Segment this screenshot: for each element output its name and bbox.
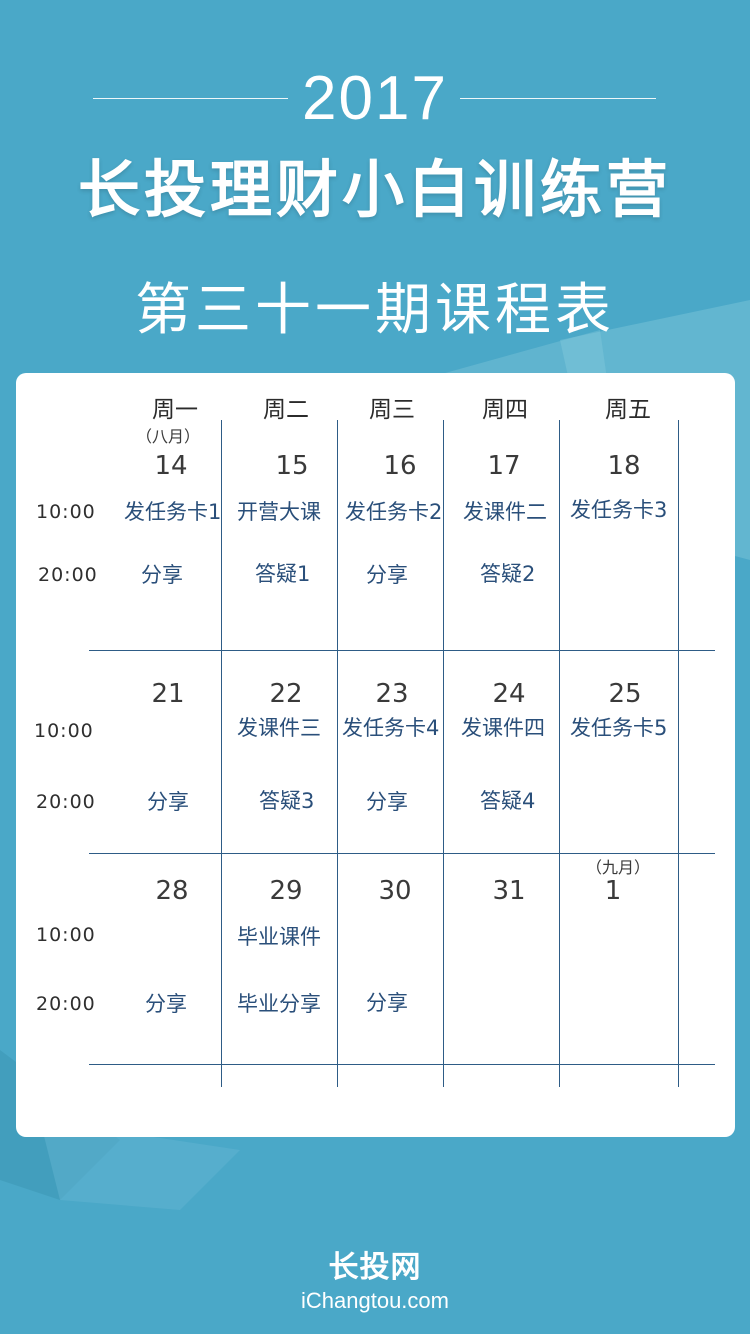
date-cell: 15 [275,451,309,481]
date-cell: 31 [492,876,526,906]
grid-line-vertical [443,420,444,1087]
event-morning: 发课件三 [237,716,321,740]
weekday-thu: 周四 [482,397,528,423]
date-cell: 21 [151,679,185,709]
event-morning: 发课件二 [463,500,547,524]
month-label-august: （八月） [136,427,201,446]
grid-line-vertical [337,420,338,1087]
event-evening: 分享 [147,790,189,814]
date-cell: 1 [604,876,622,906]
time-morning: 10:00 [36,924,96,946]
event-evening: 分享 [366,563,408,587]
grid-line-vertical [559,420,560,1087]
event-evening: 分享 [145,992,187,1016]
event-morning: 发任务卡3 [570,498,668,522]
grid-line-horizontal [89,1064,715,1065]
footer-logo: 长投网 [328,1250,422,1285]
weekday-tue: 周二 [263,397,309,423]
date-cell: 18 [607,451,641,481]
event-evening: 答疑2 [480,562,536,586]
page-subtitle: 第三十一期课程表 [135,278,615,343]
date-cell: 25 [608,679,642,709]
grid-line-horizontal [89,853,715,854]
event-morning: 毕业课件 [237,925,321,949]
grid-line-horizontal [89,650,715,651]
date-cell: 29 [269,876,303,906]
schedule-card: 周一 周二 周三 周四 周五 （八月） （九月） 14 15 16 17 18 … [16,373,735,1137]
date-cell: 22 [269,679,303,709]
date-cell: 23 [375,679,409,709]
event-morning: 发任务卡2 [345,500,443,524]
time-evening: 20:00 [38,564,98,586]
time-morning: 10:00 [36,501,96,523]
event-evening: 分享 [141,563,183,587]
weekday-fri: 周五 [605,397,651,423]
page-title: 长投理财小白训练营 [77,153,672,226]
weekday-mon: 周一 [152,397,198,423]
event-morning: 发课件四 [461,716,545,740]
time-morning: 10:00 [34,720,94,742]
grid-line-vertical [678,420,679,1087]
event-morning: 发任务卡4 [342,716,440,740]
event-evening: 分享 [366,790,408,814]
event-evening: 答疑4 [480,789,536,813]
date-cell: 14 [154,451,188,481]
event-evening: 答疑3 [259,789,315,813]
event-evening: 分享 [366,991,408,1015]
date-cell: 16 [383,451,417,481]
time-evening: 20:00 [36,791,96,813]
date-cell: 28 [155,876,189,906]
event-morning: 开营大课 [237,500,321,524]
time-evening: 20:00 [36,993,96,1015]
event-evening: 毕业分享 [237,992,321,1016]
date-cell: 30 [378,876,412,906]
weekday-wed: 周三 [369,397,415,423]
month-label-september: （九月） [586,858,651,877]
event-morning: 发任务卡1 [124,500,222,524]
header-year: 2017 [302,64,448,133]
date-cell: 24 [492,679,526,709]
footer-url: iChangtou.com [301,1288,449,1313]
event-evening: 答疑1 [255,562,311,586]
date-cell: 17 [487,451,521,481]
event-morning: 发任务卡5 [570,716,668,740]
